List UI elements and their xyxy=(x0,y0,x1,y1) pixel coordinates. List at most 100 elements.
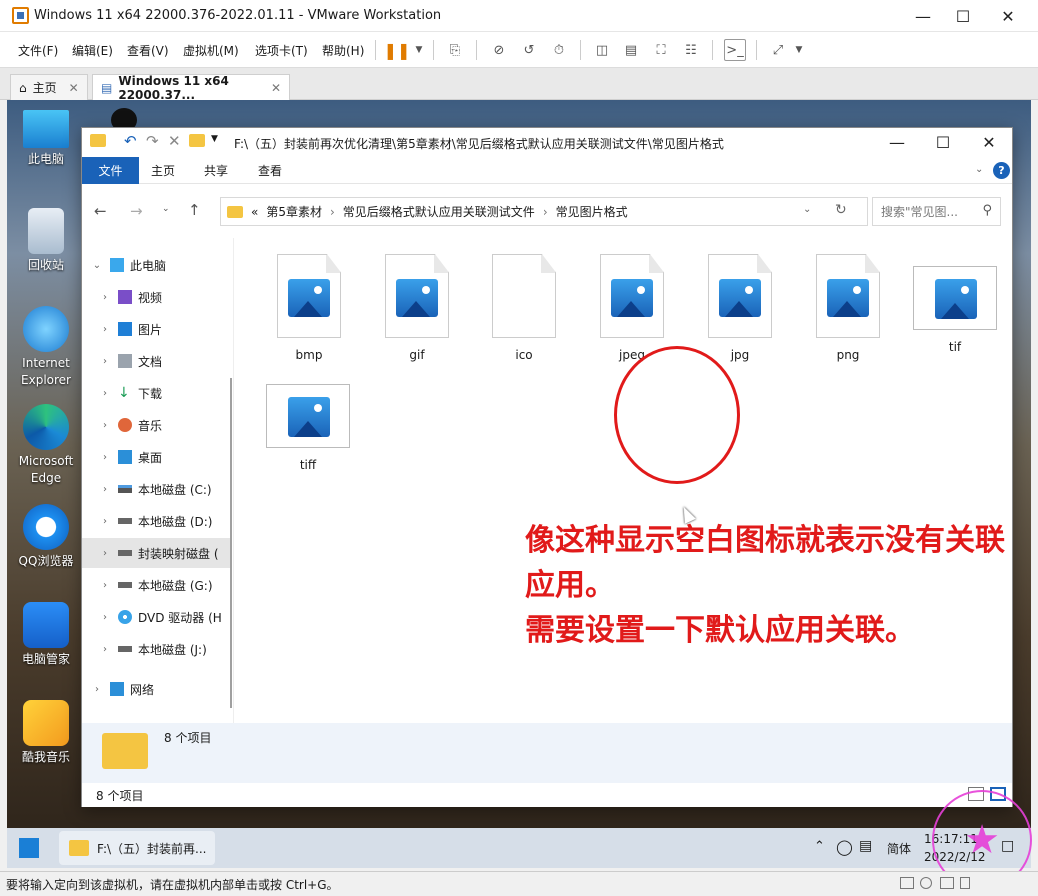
nav-item-drive-c[interactable]: › 本地磁盘 (C:) xyxy=(82,474,232,504)
tab-close-icon[interactable]: ✕ xyxy=(69,81,79,95)
breadcrumb-item[interactable]: 常见后缀格式默认应用关联测试文件 xyxy=(343,203,535,220)
chevron-right-icon[interactable]: › xyxy=(90,684,104,695)
menu-edit[interactable]: 编辑(E) xyxy=(72,42,113,59)
menu-tabs[interactable]: 选项卡(T) xyxy=(255,42,308,59)
console-view-icon[interactable]: >_ xyxy=(724,39,746,61)
taskbar-explorer-button[interactable]: F:\（五）封装前再... xyxy=(59,831,215,865)
nav-item-music[interactable]: › 音乐 xyxy=(82,410,232,440)
address-dropdown-icon[interactable]: ⌄ xyxy=(803,204,811,215)
forward-arrow-icon[interactable]: → xyxy=(130,202,143,220)
chevron-right-icon[interactable]: › xyxy=(98,516,112,527)
desktop-icon-edge[interactable]: Microsoft Edge xyxy=(11,404,81,487)
chevron-right-icon[interactable]: › xyxy=(98,292,112,303)
chevron-right-icon[interactable]: › xyxy=(98,452,112,463)
file-item-bmp[interactable]: bmp xyxy=(259,254,359,362)
chevron-right-icon[interactable]: › xyxy=(98,548,112,559)
address-bar[interactable]: « 第5章素材 › 常见后缀格式默认应用关联测试文件 › 常见图片格式 ⌄ ↻ xyxy=(220,197,868,226)
nav-item-drive-g[interactable]: › 本地磁盘 (G:) xyxy=(82,570,232,600)
desktop-icon-recycle-bin[interactable]: 回收站 xyxy=(11,208,81,274)
thumbnail-view-icon[interactable]: ▤ xyxy=(620,39,642,61)
new-folder-icon[interactable] xyxy=(189,134,205,147)
send-ctrl-alt-del-icon[interactable]: ⎘ xyxy=(444,39,466,61)
network-tray-icon[interactable]: ▤ xyxy=(859,838,872,854)
recent-dropdown-icon[interactable]: ⌄ xyxy=(162,204,170,214)
help-icon[interactable]: ? xyxy=(993,162,1010,179)
revert-snapshot-icon[interactable]: ↺ xyxy=(518,39,540,61)
stretch-icon[interactable]: ⤢ xyxy=(767,39,789,61)
chevron-right-icon[interactable]: › xyxy=(98,612,112,623)
hdd-icon[interactable] xyxy=(900,877,914,889)
cd-icon[interactable] xyxy=(920,877,932,889)
menu-view[interactable]: 查看(V) xyxy=(127,42,169,59)
unity-icon[interactable]: ☷ xyxy=(680,39,702,61)
nav-item-mapped-drive[interactable]: › 封装映射磁盘 ( xyxy=(82,538,232,568)
menu-vm[interactable]: 虚拟机(M) xyxy=(183,42,239,59)
undo-icon[interactable]: ↶ xyxy=(124,132,137,150)
sidebar-view-icon[interactable]: ◫ xyxy=(591,39,613,61)
start-icon[interactable] xyxy=(19,838,39,858)
chevron-right-icon[interactable]: › xyxy=(98,420,112,431)
desktop-icon-kuwo[interactable]: 酷我音乐 xyxy=(11,700,81,766)
breadcrumb-item[interactable]: 常见图片格式 xyxy=(556,203,628,220)
file-item-jpg[interactable]: jpg xyxy=(690,254,790,362)
file-item-gif[interactable]: gif xyxy=(367,254,467,362)
ribbon-tab-file[interactable]: 文件 xyxy=(82,157,139,184)
chevron-right-icon[interactable]: › xyxy=(98,580,112,591)
chevron-down-icon[interactable]: ▼ xyxy=(788,39,810,61)
usb-icon[interactable] xyxy=(960,877,970,889)
nav-item-desktop[interactable]: › 桌面 xyxy=(82,442,232,472)
breadcrumb-item[interactable]: 第5章素材 xyxy=(266,203,322,220)
menu-file[interactable]: 文件(F) xyxy=(18,42,58,59)
nav-item-videos[interactable]: › 视频 xyxy=(82,282,232,312)
chevron-right-icon[interactable]: › xyxy=(98,484,112,495)
nav-item-dvd[interactable]: › DVD 驱动器 (H xyxy=(82,602,232,632)
refresh-icon[interactable]: ↻ xyxy=(835,202,847,218)
menu-help[interactable]: 帮助(H) xyxy=(322,42,364,59)
nav-item-downloads[interactable]: › ↓ 下载 xyxy=(82,378,232,408)
file-item-tiff[interactable]: tiff xyxy=(258,384,358,472)
chevron-down-icon[interactable]: ⌄ xyxy=(90,260,104,271)
desktop-icon-this-pc[interactable]: 此电脑 xyxy=(11,110,81,168)
close-icon[interactable]: ✕ xyxy=(966,128,1012,157)
fullscreen-icon[interactable]: ⛶ xyxy=(650,39,672,61)
close-icon[interactable]: ✕ xyxy=(985,0,1031,32)
ribbon-tab-home[interactable]: 主页 xyxy=(151,157,175,184)
nav-item-documents[interactable]: › 文档 xyxy=(82,346,232,376)
desktop-icon-pc-manager[interactable]: 电脑管家 xyxy=(11,602,81,668)
tab-close-icon[interactable]: ✕ xyxy=(271,81,281,95)
qat-dropdown-icon[interactable]: ▼ xyxy=(211,134,218,144)
snapshot-manager-icon[interactable]: ⏱ xyxy=(548,39,570,61)
minimize-icon[interactable]: — xyxy=(874,128,920,157)
ribbon-expand-icon[interactable]: ⌄ xyxy=(975,164,983,175)
nav-item-network[interactable]: › 网络 xyxy=(82,674,232,704)
chevron-up-icon[interactable]: ⌃ xyxy=(814,839,825,854)
nav-item-drive-d[interactable]: › 本地磁盘 (D:) xyxy=(82,506,232,536)
file-item-ico[interactable]: ico xyxy=(474,254,574,362)
breadcrumb-overflow[interactable]: « xyxy=(251,205,258,219)
pause-icon[interactable]: ❚❚ xyxy=(384,39,411,61)
up-arrow-icon[interactable]: ↑ xyxy=(188,201,201,219)
nav-scrollbar[interactable] xyxy=(230,378,232,708)
desktop-icon-ie[interactable]: Internet Explorer xyxy=(11,306,81,389)
globe-icon[interactable]: ◯ xyxy=(836,838,853,856)
redo-icon[interactable]: ↷ xyxy=(146,132,159,150)
chevron-right-icon[interactable]: › xyxy=(98,388,112,399)
nav-item-this-pc[interactable]: ⌄ 此电脑 xyxy=(82,250,232,280)
chevron-down-icon[interactable]: ▼ xyxy=(408,39,430,61)
maximize-icon[interactable]: ☐ xyxy=(920,128,966,157)
ribbon-tab-share[interactable]: 共享 xyxy=(204,157,228,184)
tab-home[interactable]: ⌂ 主页 ✕ xyxy=(10,74,88,100)
maximize-icon[interactable]: ☐ xyxy=(940,0,986,32)
snapshot-disabled-icon[interactable]: ⊘ xyxy=(488,39,510,61)
search-icon[interactable]: ⚲ xyxy=(982,203,992,218)
nav-item-pictures[interactable]: › 图片 xyxy=(82,314,232,344)
back-arrow-icon[interactable]: ← xyxy=(94,202,107,220)
tab-vm[interactable]: ▤ Windows 11 x64 22000.37... ✕ xyxy=(92,74,290,102)
search-box[interactable]: 搜索"常见图... ⚲ xyxy=(872,197,1001,226)
delete-icon[interactable]: ✕ xyxy=(168,132,181,150)
ribbon-tab-view[interactable]: 查看 xyxy=(258,157,282,184)
chevron-right-icon[interactable]: › xyxy=(98,644,112,655)
file-item-png[interactable]: png xyxy=(798,254,898,362)
file-item-tif[interactable]: tif xyxy=(905,266,1005,354)
chevron-right-icon[interactable]: › xyxy=(98,356,112,367)
